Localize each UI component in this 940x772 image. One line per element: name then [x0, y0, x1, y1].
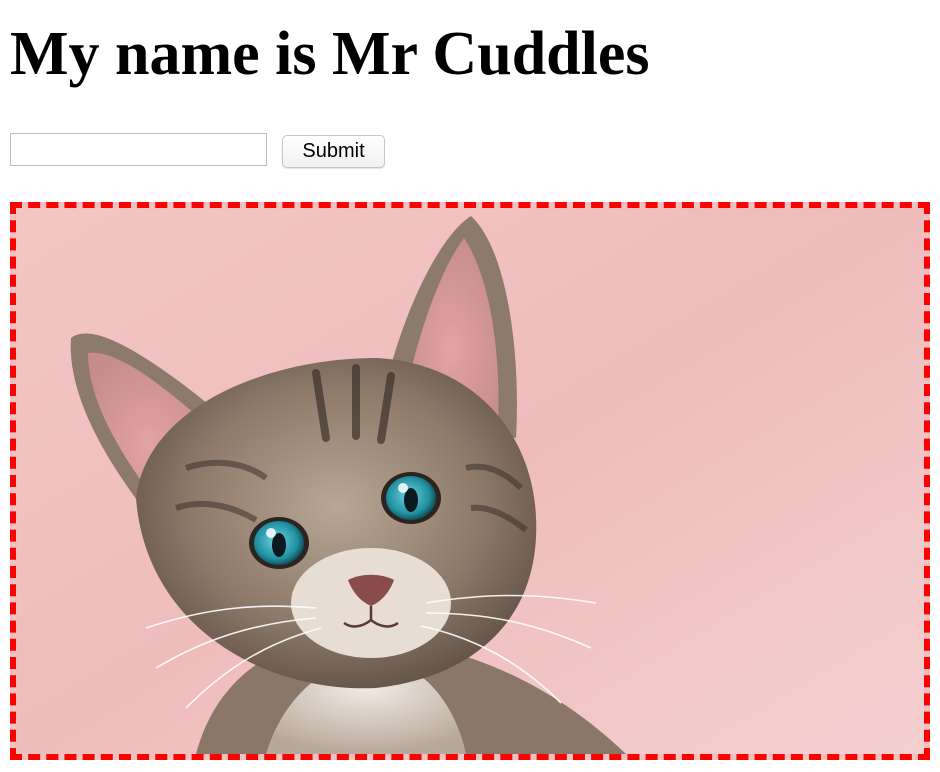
page-title: My name is Mr Cuddles: [10, 20, 650, 88]
right-eye: [381, 472, 441, 524]
image-frame: [10, 202, 930, 760]
submit-button[interactable]: Submit: [282, 135, 385, 168]
left-eye: [249, 517, 309, 569]
name-input[interactable]: [10, 133, 267, 166]
kitten-photo: [16, 208, 924, 754]
